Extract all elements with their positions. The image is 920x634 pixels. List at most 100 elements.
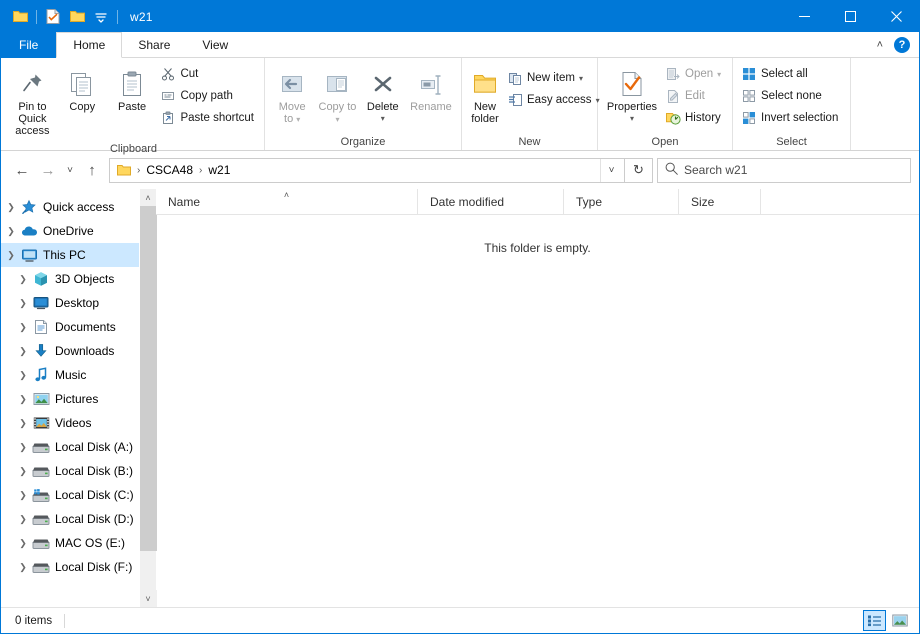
scrollbar-thumb[interactable] [139,206,157,551]
nav-item-documents[interactable]: ❯ Documents [1,315,139,339]
new-item-button[interactable]: New item ▾ [504,67,605,89]
select-none-button[interactable]: Select none [738,85,843,107]
back-button[interactable]: ← [9,157,35,183]
nav-expand-chevron-icon[interactable]: ❯ [15,538,31,549]
nav-item-local-disk-d[interactable]: ❯ Local Disk (D:) [1,507,139,531]
nav-expand-chevron-icon[interactable]: ❯ [15,562,31,573]
delete-button[interactable]: Delete ▾ [361,61,405,129]
navigation-scrollbar[interactable]: ˄ ˅ [139,189,157,607]
details-view-button[interactable] [863,610,886,631]
nav-expand-chevron-icon[interactable]: ❯ [15,370,31,381]
address-dropdown-icon[interactable]: ˅ [600,158,622,182]
properties-label: Properties [606,101,658,113]
breadcrumb-item-w21[interactable]: w21 [203,159,235,181]
edit-button[interactable]: Edit [662,85,726,107]
nav-expand-chevron-icon[interactable]: ❯ [15,394,31,405]
copy-path-button[interactable]: Copy path [157,85,259,107]
nav-expand-chevron-icon[interactable]: ❯ [15,490,31,501]
pin-to-quick-access-button[interactable]: Pin to Quick access [8,61,57,141]
select-all-button[interactable]: Select all [738,63,843,85]
move-to-button[interactable]: Move to ▾ [270,61,314,130]
rename-button[interactable]: Rename [406,61,456,117]
copy-to-button[interactable]: Copy to ▾ [315,61,359,130]
nav-item-local-disk-a[interactable]: ❯ Local Disk (A:) [1,435,139,459]
nav-item-this-pc[interactable]: ❯ This PC [1,243,139,267]
nav-item-videos[interactable]: ❯ Videos [1,411,139,435]
nav-expand-chevron-icon[interactable]: ❯ [3,202,19,213]
paste-button[interactable]: Paste [108,61,157,117]
up-button[interactable]: ↑ [79,157,105,183]
nav-expand-chevron-icon[interactable]: ❯ [15,466,31,477]
search-input[interactable]: Search w21 [684,163,747,177]
properties-button[interactable]: Properties ▾ [603,61,661,129]
new-folder-button[interactable]: New folder [467,61,503,129]
qat-properties-icon[interactable] [42,6,64,28]
column-header-name[interactable]: ˄ Name [156,189,418,214]
qat-new-folder-icon[interactable] [66,6,88,28]
qat-folder-icon[interactable] [9,6,31,28]
breadcrumb-root-icon[interactable] [112,159,136,181]
address-bar[interactable]: › CSCA48 › w21 ˅ [109,157,625,183]
breadcrumb-item-csca48[interactable]: CSCA48 [141,159,198,181]
move-to-label: Move to ▾ [278,101,306,125]
scroll-up-button[interactable]: ˄ [139,189,157,206]
nav-item-quick-access[interactable]: ❯ Quick access [1,195,139,219]
file-explorer-window: w21 File Home Share View ˄ ? Pin to Quic… [0,0,920,634]
minimize-button[interactable] [781,1,827,31]
nav-label: Videos [55,416,92,430]
nav-expand-chevron-icon[interactable]: ❯ [15,346,31,357]
paste-shortcut-button[interactable]: Paste shortcut [157,107,259,129]
nav-expand-chevron-icon[interactable]: ❯ [15,322,31,333]
paste-shortcut-icon [160,110,176,126]
nav-expand-chevron-icon[interactable]: ❯ [15,418,31,429]
nav-item-pictures[interactable]: ❯ Pictures [1,387,139,411]
recent-locations-button[interactable]: ˅ [61,157,79,183]
column-header-date-modified[interactable]: Date modified [418,189,564,214]
nav-item-local-disk-f[interactable]: ❯ Local Disk (F:) [1,555,139,579]
maximize-button[interactable] [827,1,873,31]
tab-file[interactable]: File [1,32,57,58]
nav-expand-chevron-icon[interactable]: ❯ [15,298,31,309]
nav-item-local-disk-c[interactable]: ❯ Local Disk (C:) [1,483,139,507]
nav-item-desktop[interactable]: ❯ Desktop [1,291,139,315]
invert-selection-button[interactable]: Invert selection [738,107,843,129]
qat-customize-dropdown-icon[interactable] [90,6,112,28]
nav-collapse-chevron-icon[interactable]: ❯ [3,250,19,261]
scrollbar-track[interactable] [139,206,157,590]
nav-item-downloads[interactable]: ❯ Downloads [1,339,139,363]
open-button[interactable]: Open ▾ [662,63,726,85]
move-to-icon [278,65,306,99]
nav-item-local-disk-b[interactable]: ❯ Local Disk (B:) [1,459,139,483]
close-button[interactable] [873,1,919,31]
desktop-icon [31,296,51,310]
nav-expand-chevron-icon[interactable]: ❯ [15,274,31,285]
column-header-size[interactable]: Size [679,189,761,214]
nav-expand-chevron-icon[interactable]: ❯ [3,226,19,237]
refresh-button[interactable]: ↻ [625,157,653,183]
nav-expand-chevron-icon[interactable]: ❯ [15,442,31,453]
large-icons-view-button[interactable] [888,610,911,631]
search-box[interactable]: Search w21 [657,157,911,183]
cut-button[interactable]: Cut [157,63,259,85]
help-icon[interactable]: ? [894,37,910,53]
collapse-ribbon-icon[interactable]: ˄ [873,37,887,53]
column-header-type[interactable]: Type [564,189,679,214]
nav-expand-chevron-icon[interactable]: ❯ [15,514,31,525]
nav-item-music[interactable]: ❯ Music [1,363,139,387]
tab-home[interactable]: Home [56,32,123,58]
scroll-down-button[interactable]: ˅ [139,590,157,607]
select-all-icon [741,66,757,82]
copy-button[interactable]: Copy [58,61,107,117]
easy-access-button[interactable]: Easy access ▾ [504,89,605,111]
delete-icon [369,65,397,99]
edit-label: Edit [685,90,705,102]
tab-view[interactable]: View [186,32,244,58]
forward-button[interactable]: → [35,157,61,183]
history-button[interactable]: History [662,107,726,129]
nav-item-onedrive[interactable]: ❯ OneDrive [1,219,139,243]
cube-icon [31,271,51,287]
clipboard-group-label: Clipboard [109,143,158,155]
nav-item-mac-os-e[interactable]: ❯ MAC OS (E:) [1,531,139,555]
nav-item-3d-objects[interactable]: ❯ 3D Objects [1,267,139,291]
tab-share[interactable]: Share [122,32,186,58]
